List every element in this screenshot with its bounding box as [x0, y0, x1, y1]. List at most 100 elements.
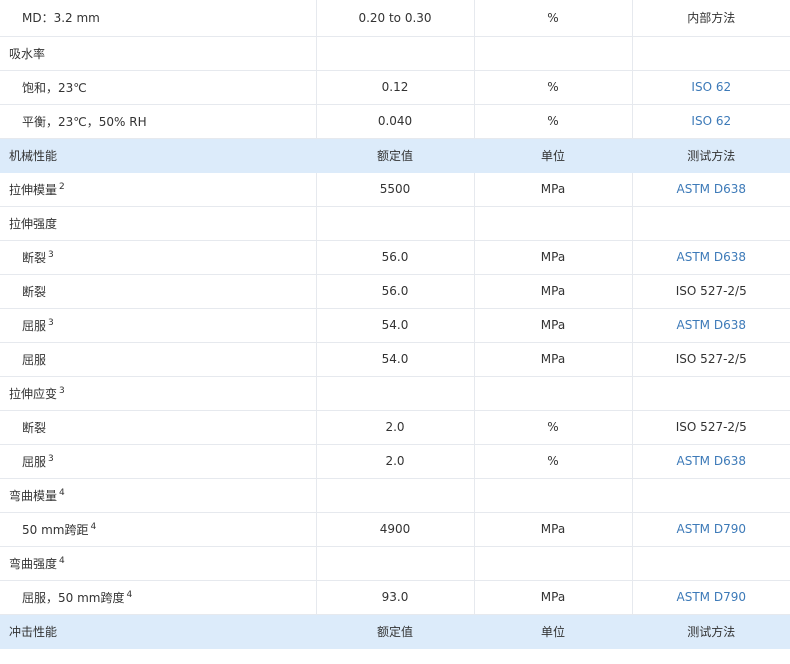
property-row: 断裂 56.0 MPa ISO 527-2/5 [0, 274, 790, 309]
footnote-marker: 3 [48, 453, 54, 464]
column-header-value: 额定值 [316, 138, 475, 173]
test-method-text: ISO 527-2/5 [675, 420, 747, 434]
property-unit: MPa [474, 274, 633, 309]
column-header-unit: 单位 [474, 614, 633, 649]
property-group-row: 弯曲模量 4 [0, 478, 790, 513]
property-row: 屈服，50 mm跨度 4 93.0 MPa ASTM D790 [0, 580, 790, 615]
property-value: 2.0 [316, 444, 475, 479]
property-value: 56.0 [316, 274, 475, 309]
property-row: 屈服 3 54.0 MPa ASTM D638 [0, 308, 790, 343]
test-method-link-text[interactable]: ASTM D638 [677, 250, 746, 264]
section-title: 机械性能 [0, 138, 317, 173]
empty-cell [474, 36, 633, 71]
property-label: 50 mm跨距 4 [0, 512, 317, 547]
empty-cell [316, 478, 475, 513]
footnote-marker: 3 [59, 385, 65, 396]
property-group-label: 吸水率 [0, 36, 317, 71]
test-method-link: ISO 62 [632, 104, 790, 139]
property-label-text: 断裂 [22, 420, 47, 435]
test-method-link-text[interactable]: ASTM D638 [677, 182, 746, 196]
property-group-row: 吸水率 [0, 36, 790, 71]
property-group-row: 拉伸应变 3 [0, 376, 790, 411]
property-unit: % [474, 0, 633, 37]
footnote-marker: 4 [126, 589, 133, 600]
column-header-method: 测试方法 [632, 614, 790, 649]
property-group-row: 弯曲强度 4 [0, 546, 790, 581]
properties-table: MD：3.2 mm 0.20 to 0.30% 内部方法吸水率饱和，23℃ 0.12%… [0, 0, 790, 649]
property-unit: % [474, 444, 633, 479]
test-method-link: ASTM D638 [632, 444, 790, 479]
property-unit: MPa [474, 512, 633, 547]
property-row: 饱和，23℃ 0.12% ISO 62 [0, 70, 790, 105]
empty-cell [632, 36, 790, 71]
section-title: 冲击性能 [0, 614, 317, 649]
property-unit: % [474, 104, 633, 139]
property-label: 断裂 [0, 274, 317, 309]
property-label-text: 屈服 [22, 454, 47, 469]
test-method-link-text[interactable]: ASTM D638 [677, 454, 746, 468]
test-method-link: ASTM D790 [632, 580, 790, 615]
test-method-link: ASTM D790 [632, 512, 790, 547]
property-unit: MPa [474, 172, 633, 207]
property-row: MD：3.2 mm 0.20 to 0.30% 内部方法 [0, 0, 790, 37]
section-header-row: 冲击性能 额定值 单位 测试方法 [0, 614, 790, 649]
test-method-link: ASTM D638 [632, 240, 790, 275]
properties-table-body: MD：3.2 mm 0.20 to 0.30% 内部方法吸水率饱和，23℃ 0.12%… [0, 0, 790, 649]
property-group-label: 弯曲模量 4 [0, 478, 317, 513]
test-method: ISO 527-2/5 [632, 410, 790, 445]
property-value: 2.0 [316, 410, 475, 445]
property-label: 饱和，23℃ [0, 70, 317, 105]
property-row: 断裂 3 56.0 MPa ASTM D638 [0, 240, 790, 275]
column-header-method: 测试方法 [632, 138, 790, 173]
column-header-value: 额定值 [316, 614, 475, 649]
test-method: ISO 527-2/5 [632, 274, 790, 309]
property-row: 拉伸模量 2 5500 MPa ASTM D638 [0, 172, 790, 207]
property-label-text: 屈服，50 mm跨度 [22, 590, 125, 605]
test-method-link: ASTM D638 [632, 172, 790, 207]
property-label: 拉伸模量 2 [0, 172, 317, 207]
empty-cell [632, 478, 790, 513]
property-value: 0.040 [316, 104, 475, 139]
property-unit: MPa [474, 580, 633, 615]
test-method-text: ISO 527-2/5 [675, 284, 747, 298]
property-row: 平衡，23℃，50% RH 0.040% ISO 62 [0, 104, 790, 139]
empty-cell [474, 546, 633, 581]
property-label-text: 屈服 [22, 318, 47, 333]
footnote-marker: 4 [90, 521, 97, 532]
test-method-link-text[interactable]: ASTM D790 [677, 590, 746, 604]
empty-cell [316, 546, 475, 581]
property-value: 54.0 [316, 308, 475, 343]
property-value: 93.0 [316, 580, 475, 615]
property-value: 5500 [316, 172, 475, 207]
property-value: 54.0 [316, 342, 475, 377]
property-group-text: 拉伸强度 [9, 216, 58, 231]
empty-cell [632, 376, 790, 411]
property-label-text: 断裂 [22, 250, 47, 265]
section-header-row: 机械性能 额定值 单位 测试方法 [0, 138, 790, 173]
test-method-link-text[interactable]: ISO 62 [691, 80, 731, 94]
empty-cell [316, 36, 475, 71]
empty-cell [316, 376, 475, 411]
test-method-link-text[interactable]: ASTM D790 [677, 522, 746, 536]
property-row: 断裂 2.0% ISO 527-2/5 [0, 410, 790, 445]
property-unit: % [474, 410, 633, 445]
column-header-unit: 单位 [474, 138, 633, 173]
test-method-link: ISO 62 [632, 70, 790, 105]
property-group-label: 拉伸应变 3 [0, 376, 317, 411]
property-group-text: 拉伸应变 [9, 386, 58, 401]
footnote-marker: 2 [59, 181, 65, 192]
property-row: 屈服 54.0 MPa ISO 527-2/5 [0, 342, 790, 377]
property-label-text: 饱和，23℃ [22, 80, 87, 95]
test-method-link-text[interactable]: ISO 62 [691, 114, 731, 128]
property-label-text: 平衡，23℃，50% RH [22, 114, 147, 129]
property-unit: MPa [474, 240, 633, 275]
footnote-marker: 4 [59, 487, 65, 498]
property-group-text: 弯曲强度 [9, 556, 58, 571]
test-method-link-text[interactable]: ASTM D638 [677, 318, 746, 332]
property-group-text: 弯曲模量 [9, 488, 58, 503]
property-group-text: 吸水率 [9, 46, 46, 61]
property-label: 屈服 [0, 342, 317, 377]
property-row: 50 mm跨距 4 4900 MPa ASTM D790 [0, 512, 790, 547]
property-label-text: 屈服 [22, 352, 47, 367]
test-method: 内部方法 [632, 0, 790, 37]
